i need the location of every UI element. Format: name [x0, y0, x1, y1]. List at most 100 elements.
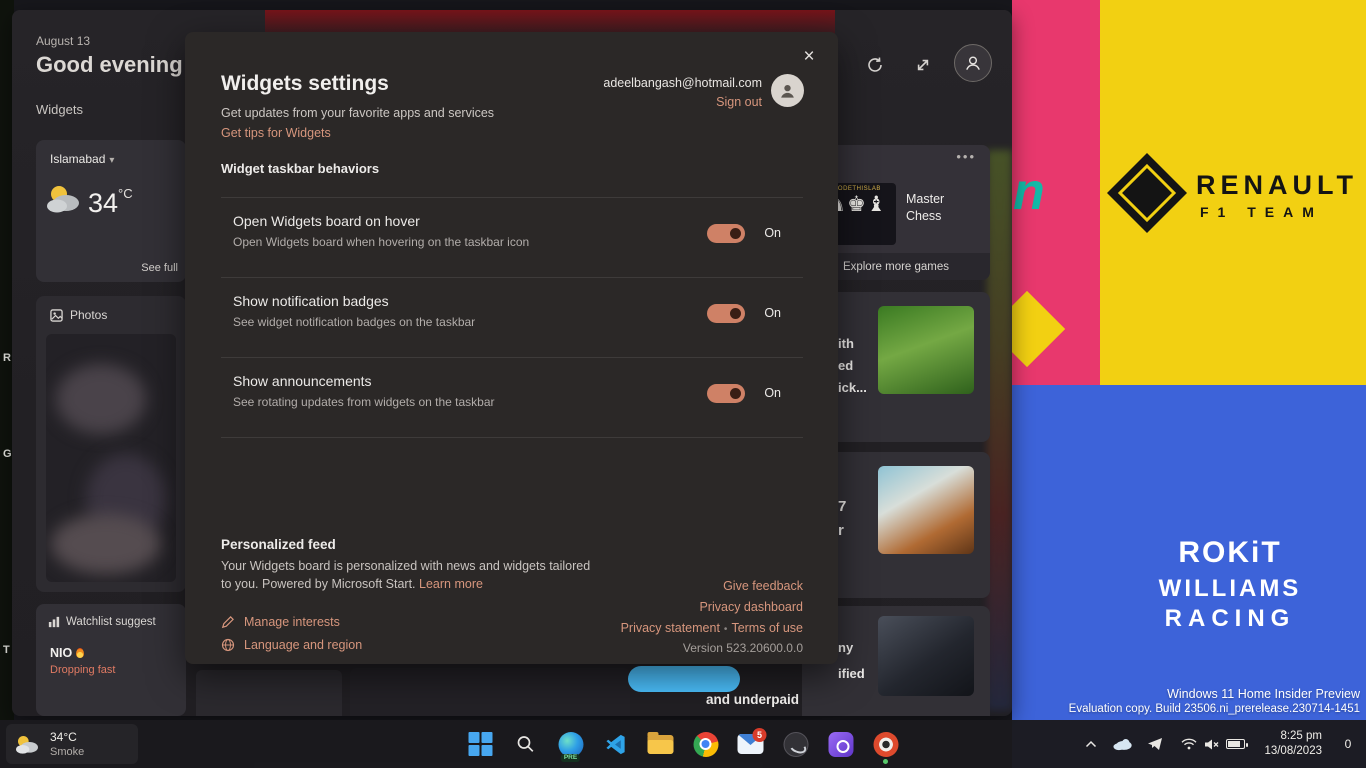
see-full-forecast-link[interactable]: See full: [141, 262, 178, 274]
headline-fragment: ified: [838, 666, 865, 681]
weather-widget[interactable]: Islamabad▾ 34°C See full: [36, 140, 186, 282]
globe-icon: [221, 638, 235, 652]
network-volume-battery-button[interactable]: [1176, 735, 1250, 754]
expand-button[interactable]: [906, 48, 940, 82]
weather-temperature: 34°C: [88, 186, 133, 219]
taskbar-weather-temp: 34°C: [50, 730, 84, 744]
search-button[interactable]: [510, 723, 542, 765]
person-icon: [778, 81, 797, 100]
toggle-row-notification-badges: Show notification badges See widget noti…: [221, 277, 803, 357]
cloudy-sun-icon: [44, 182, 86, 214]
toggle-switch[interactable]: [707, 304, 745, 323]
taskbar-weather-widget[interactable]: 34°C Smoke: [6, 724, 138, 764]
dark-app-icon: [783, 732, 808, 757]
headline-fragment: r: [838, 522, 844, 539]
preview-badge: PRE: [561, 754, 580, 763]
watermark-edition: Windows 11 Home Insider Preview: [1069, 687, 1360, 701]
rokit-label: ROKiT: [1120, 536, 1340, 570]
photo-icon: [50, 309, 63, 322]
photos-widget[interactable]: Photos: [36, 296, 186, 592]
flame-icon: [76, 648, 84, 658]
privacy-statement-link[interactable]: Privacy statement: [621, 621, 720, 635]
language-region-label: Language and region: [244, 638, 362, 652]
notification-center-button[interactable]: 0: [1336, 733, 1360, 755]
file-explorer-button[interactable]: [645, 723, 677, 765]
toggle-state-label: On: [764, 306, 781, 320]
wallpaper-letter: T: [3, 644, 10, 656]
toggle-description: See rotating updates from widgets on the…: [233, 395, 495, 409]
volume-muted-icon: [1204, 738, 1219, 751]
photos-header: Photos: [50, 308, 107, 322]
cloud-icon: [1113, 737, 1133, 751]
cloudy-sun-icon: [14, 732, 42, 756]
watchlist-ticker-row[interactable]: NIO: [50, 646, 84, 660]
toggle-title: Open Widgets board on hover: [233, 213, 420, 229]
language-region-link[interactable]: Language and region: [221, 638, 362, 652]
board-greeting: Good evening: [36, 52, 183, 78]
dialog-title: Widgets settings: [221, 72, 389, 96]
edge-preview-button[interactable]: PRE: [555, 723, 587, 765]
give-feedback-link[interactable]: Give feedback: [723, 579, 803, 593]
terms-of-use-link[interactable]: Terms of use: [731, 621, 803, 635]
toggle-switch[interactable]: [707, 384, 745, 403]
running-indicator: [883, 759, 888, 764]
show-hidden-icons-button[interactable]: [1080, 732, 1102, 756]
toggle-title: Show notification badges: [233, 293, 389, 309]
folder-icon: [648, 735, 674, 754]
separator-dot: •: [724, 624, 728, 635]
personalized-feed-line1: Your Widgets board is personalized with …: [221, 559, 590, 573]
photos-title: Photos: [70, 308, 107, 322]
vscode-button[interactable]: [600, 723, 632, 765]
privacy-terms-row: Privacy statement •Terms of use: [621, 621, 803, 635]
profile-button[interactable]: [954, 44, 992, 82]
behavior-rows: Open Widgets board on hover Open Widgets…: [221, 197, 803, 438]
chrome-button[interactable]: [690, 723, 722, 765]
search-icon: [516, 734, 536, 754]
more-options-icon[interactable]: •••: [956, 149, 976, 164]
headline-fragment: ed: [838, 358, 853, 373]
toggle-row-open-on-hover: Open Widgets board on hover Open Widgets…: [221, 197, 803, 277]
app-button-purple[interactable]: [825, 723, 857, 765]
manage-interests-link[interactable]: Manage interests: [221, 615, 340, 629]
headline-fragment: and underpaid: [706, 692, 799, 707]
watchlist-header: Watchlist suggest: [48, 616, 156, 628]
vscode-icon: [604, 733, 627, 756]
personalized-feed-line2: to you. Powered by Microsoft Start. Lear…: [221, 577, 483, 591]
wallpaper-letter: G: [3, 448, 12, 460]
chrome-icon: [693, 732, 718, 757]
toggle-description: See widget notification badges on the ta…: [233, 315, 475, 329]
watchlist-widget[interactable]: Watchlist suggest NIO Dropping fast: [36, 604, 186, 716]
sign-out-link[interactable]: Sign out: [603, 95, 762, 109]
close-button[interactable]: ×: [794, 42, 824, 72]
williams-label: WILLIAMS: [1120, 575, 1340, 603]
version-label: Version 523.20600.0.0: [683, 641, 803, 655]
app-button-dark[interactable]: [780, 723, 812, 765]
photos-blurred-image: [46, 334, 176, 582]
partially-hidden-blue-button[interactable]: [628, 666, 740, 692]
mail-button[interactable]: 5: [735, 723, 767, 765]
get-tips-link[interactable]: Get tips for Widgets: [221, 126, 331, 140]
news-image-football: [878, 306, 974, 394]
toggle-knob: [730, 228, 741, 239]
watchlist-title: Watchlist suggest: [66, 616, 156, 628]
blur-blob: [56, 364, 146, 434]
telegram-tray-button[interactable]: [1144, 732, 1166, 756]
toggle-title: Show announcements: [233, 373, 372, 389]
refresh-button[interactable]: [858, 48, 892, 82]
toggle-switch[interactable]: [707, 224, 745, 243]
ticker-status: Dropping fast: [50, 664, 115, 676]
avatar[interactable]: [771, 74, 804, 107]
renault-wordmark: RENAULT: [1196, 170, 1358, 201]
privacy-dashboard-link[interactable]: Privacy dashboard: [699, 600, 803, 614]
clock[interactable]: 8:25 pm 13/08/2023: [1260, 727, 1326, 761]
onedrive-tray-button[interactable]: [1112, 732, 1134, 756]
weather-location-label: Islamabad: [50, 152, 105, 166]
renault-diamond-logo: [1104, 150, 1190, 236]
learn-more-link[interactable]: Learn more: [419, 577, 483, 591]
start-button[interactable]: [465, 723, 497, 765]
wallpaper-bleed-right: [987, 150, 1012, 710]
williams-racing-wordmark: ROKiT WILLIAMS RACING: [1120, 536, 1340, 633]
weather-location[interactable]: Islamabad▾: [50, 152, 114, 166]
game-title-line2: Chess: [906, 208, 944, 225]
media-player-button[interactable]: [870, 723, 902, 765]
